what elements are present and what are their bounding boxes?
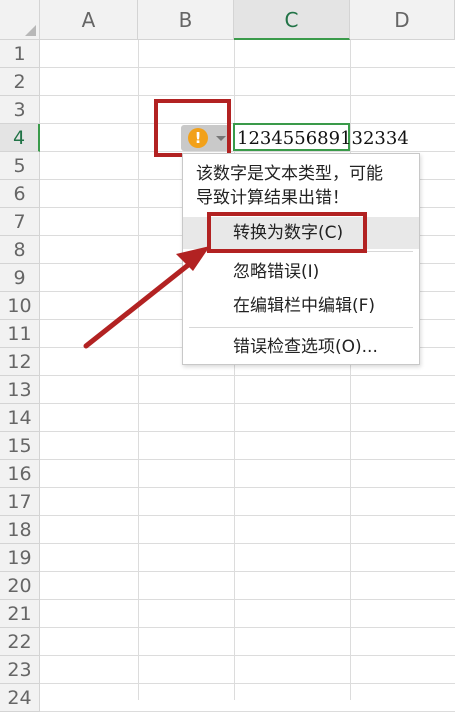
- row-header-24[interactable]: 24: [0, 684, 40, 712]
- row-header-17[interactable]: 17: [0, 488, 40, 516]
- column-header-d[interactable]: D: [350, 0, 455, 40]
- column-header-c[interactable]: C: [234, 0, 350, 40]
- column-divider: [138, 40, 139, 700]
- row-header-20[interactable]: 20: [0, 572, 40, 600]
- row-header-2[interactable]: 2: [0, 68, 40, 96]
- annotation-arrow-shaft: [83, 259, 195, 349]
- row-header-8[interactable]: 8: [0, 236, 40, 264]
- error-message: 该数字是文本类型，可能 导致计算结果出错！: [196, 162, 411, 210]
- row-header-5[interactable]: 5: [0, 152, 40, 180]
- row-divider: [40, 627, 455, 628]
- menu-separator: [189, 327, 413, 328]
- row-divider: [40, 571, 455, 572]
- column-header-a[interactable]: A: [40, 0, 138, 40]
- row-header-23[interactable]: 23: [0, 656, 40, 684]
- error-message-line-1: 该数字是文本类型，可能: [196, 164, 383, 184]
- row-header-1[interactable]: 1: [0, 40, 40, 68]
- row-divider: [40, 543, 455, 544]
- error-message-line-2: 导致计算结果出错！: [196, 188, 349, 208]
- row-header-22[interactable]: 22: [0, 628, 40, 656]
- row-header-3[interactable]: 3: [0, 96, 40, 124]
- row-header-21[interactable]: 21: [0, 600, 40, 628]
- cell-c4-value: 123455689132334: [237, 128, 409, 149]
- row-divider: [40, 515, 455, 516]
- menu-item-ignore-error[interactable]: 忽略错误(I): [183, 256, 419, 288]
- spreadsheet-grid: A B C D 1 2 3 4 5 6 7 8 9 10 11 12 13 14 15 16 17 18 19 20 2…: [0, 0, 455, 712]
- row-divider: [40, 599, 455, 600]
- row-header-10[interactable]: 10: [0, 292, 40, 320]
- row-divider: [40, 95, 455, 96]
- error-context-menu: 该数字是文本类型，可能 导致计算结果出错！ 转换为数字(C) 忽略错误(I) 在…: [182, 153, 420, 365]
- annotation-highlight-box: [207, 212, 367, 253]
- row-divider: [40, 431, 455, 432]
- annotation-highlight-box: [154, 99, 231, 157]
- row-header-18[interactable]: 18: [0, 516, 40, 544]
- row-header-19[interactable]: 19: [0, 544, 40, 572]
- select-all-triangle-icon: [25, 25, 36, 36]
- menu-item-error-check-options[interactable]: 错误检查选项(O)...: [183, 331, 419, 363]
- row-header-15[interactable]: 15: [0, 432, 40, 460]
- row-divider: [40, 487, 455, 488]
- row-header-13[interactable]: 13: [0, 376, 40, 404]
- row-header-9[interactable]: 9: [0, 264, 40, 292]
- row-divider: [40, 655, 455, 656]
- row-divider: [40, 375, 455, 376]
- row-header-6[interactable]: 6: [0, 180, 40, 208]
- column-header-b[interactable]: B: [138, 0, 234, 40]
- menu-item-edit-in-formula-bar[interactable]: 在编辑栏中编辑(F): [183, 290, 419, 322]
- row-header-12[interactable]: 12: [0, 348, 40, 376]
- row-divider: [40, 459, 455, 460]
- row-divider: [40, 403, 455, 404]
- row-header-11[interactable]: 11: [0, 320, 40, 348]
- row-header-4[interactable]: 4: [0, 124, 40, 152]
- row-divider: [40, 67, 455, 68]
- row-header-14[interactable]: 14: [0, 404, 40, 432]
- row-divider: [40, 683, 455, 684]
- row-header-16[interactable]: 16: [0, 460, 40, 488]
- select-all-corner[interactable]: [0, 0, 40, 40]
- row-header-7[interactable]: 7: [0, 208, 40, 236]
